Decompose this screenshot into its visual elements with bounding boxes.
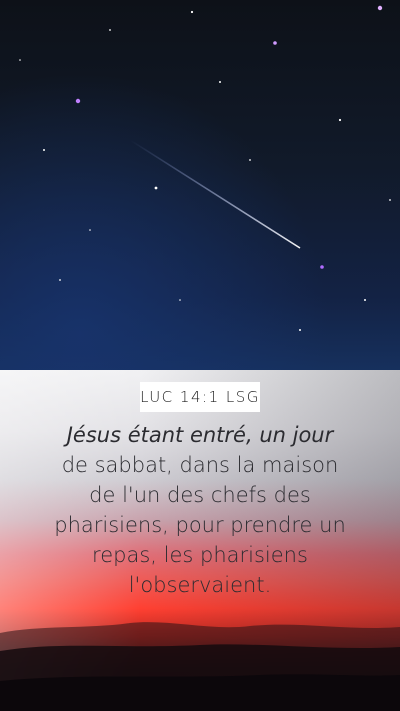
verse-line: Jésus étant entré, un jour [66, 423, 334, 447]
shooting-star [129, 139, 301, 249]
verse-line: de sabbat, dans la maison [61, 453, 339, 477]
star [59, 279, 61, 281]
star [43, 149, 45, 151]
star [219, 81, 221, 83]
star [364, 299, 366, 301]
star [273, 41, 277, 45]
star [320, 265, 324, 269]
star [389, 199, 391, 201]
reference-badge: LUC 14:1 LSG [140, 382, 260, 412]
star [299, 329, 301, 331]
star [249, 159, 251, 161]
star [179, 299, 181, 301]
verse-reference: LUC 14:1 LSG [140, 388, 260, 406]
cloud-silhouette-icon [0, 622, 400, 711]
night-sky-background [0, 0, 400, 370]
star [154, 186, 158, 190]
verse-line: l'observaient. [128, 573, 272, 597]
star [89, 229, 91, 231]
star [338, 118, 342, 122]
verse-line: repas, les pharisiens [92, 543, 308, 567]
star [377, 5, 383, 11]
verse-line: de l'un des chefs des [89, 483, 311, 507]
verse-text: Jésus étant entré, un jour de sabbat, da… [20, 420, 380, 600]
star [75, 98, 81, 104]
star [190, 10, 194, 14]
star [19, 59, 21, 61]
star [109, 29, 111, 31]
verse-line: pharisiens, pour prendre un [54, 513, 346, 537]
star-field-illustration [19, 5, 391, 331]
